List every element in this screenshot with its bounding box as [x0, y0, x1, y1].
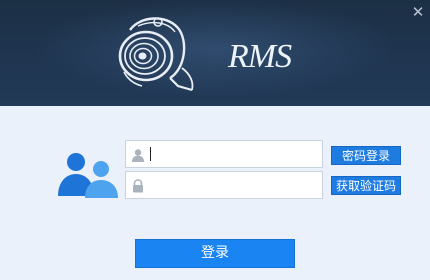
username-field[interactable] — [125, 140, 323, 168]
lock-icon — [133, 179, 143, 193]
username-input[interactable] — [148, 143, 322, 167]
login-button[interactable]: 登录 — [135, 239, 295, 268]
rms-logo: RMS — [118, 17, 293, 92]
password-field[interactable] — [125, 171, 323, 199]
close-icon[interactable]: ✕ — [410, 4, 426, 20]
users-icon — [58, 153, 118, 198]
webcam-icon — [118, 17, 194, 92]
logo-text: RMS — [227, 38, 292, 75]
password-input[interactable] — [148, 174, 322, 198]
login-header: RMS ✕ — [0, 0, 430, 106]
user-icon — [132, 149, 144, 162]
get-code-button[interactable]: 获取验证码 — [331, 176, 401, 195]
password-login-button[interactable]: 密码登录 — [331, 146, 401, 165]
